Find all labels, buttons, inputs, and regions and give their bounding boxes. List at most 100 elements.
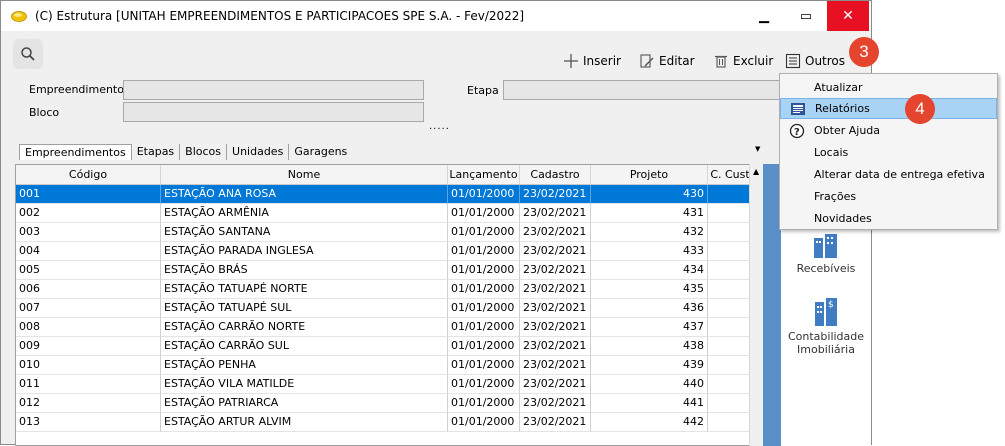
cell-cadastro: 23/02/2021: [520, 337, 591, 356]
inserir-button[interactable]: Inserir: [563, 51, 621, 71]
menu-item-obter-ajuda[interactable]: ? Obter Ajuda: [780, 120, 997, 141]
column-header-cadastro[interactable]: Cadastro: [520, 165, 591, 184]
tab-garagens[interactable]: Garagens: [289, 144, 352, 160]
tab-unidades[interactable]: Unidades: [227, 144, 290, 160]
table-row[interactable]: 004 ESTAÇÃO PARADA INGLESA 01/01/2000 23/02…: [16, 242, 762, 261]
table-scrollbar[interactable]: ▲: [749, 164, 763, 446]
cell-centro-custo: [708, 185, 753, 204]
cell-nome: ESTAÇÃO TATUAPÉ NORTE: [161, 280, 448, 299]
outros-dropdown-menu: Atualizar Relatórios ? Obter Ajuda Locai…: [779, 73, 998, 230]
cell-codigo: 008: [16, 318, 161, 337]
cell-projeto: 437: [591, 318, 708, 337]
cell-projeto: 431: [591, 204, 708, 223]
cell-cadastro: 23/02/2021: [520, 356, 591, 375]
cell-cadastro: 23/02/2021: [520, 223, 591, 242]
excluir-label: Excluir: [733, 54, 774, 68]
table-row[interactable]: 009 ESTAÇÃO CARRÃO SUL 01/01/2000 23/02/202…: [16, 337, 762, 356]
table-row[interactable]: 006 ESTAÇÃO TATUAPÉ NORTE 01/01/2000 23/02/…: [16, 280, 762, 299]
tab-empreendimentos[interactable]: Empreendimentos: [19, 144, 132, 160]
cell-nome: ESTAÇÃO ARTUR ALVIM: [161, 413, 448, 432]
contabilidade-module[interactable]: $ Contabilidade Imobiliária: [781, 294, 871, 356]
menu-item-label: Alterar data de entrega efetiva: [814, 168, 985, 181]
main-window: (C) Estrutura [UNITAH EMPREENDIMENTOS E …: [0, 0, 872, 446]
trash-icon: [715, 55, 727, 68]
editar-button[interactable]: Editar: [639, 51, 695, 71]
etapa-field[interactable]: [503, 80, 783, 100]
menu-item-alterar-data[interactable]: Alterar data de entrega efetiva: [780, 164, 997, 185]
scroll-up-icon[interactable]: ▲: [753, 167, 759, 176]
cell-lancamento: 01/01/2000: [448, 204, 520, 223]
building-icon: [814, 234, 837, 258]
cell-nome: ESTAÇÃO ANA ROSA: [161, 185, 448, 204]
menu-item-fracoes[interactable]: Frações: [780, 186, 997, 207]
cell-centro-custo: [708, 261, 753, 280]
column-header-lancamento[interactable]: Lançamento: [448, 165, 520, 184]
tab-blocos[interactable]: Blocos: [180, 144, 228, 160]
tab-etapas[interactable]: Etapas: [132, 144, 181, 160]
splitter-handle[interactable]: .....: [429, 121, 450, 132]
cell-nome: ESTAÇÃO CARRÃO SUL: [161, 337, 448, 356]
column-header-centro-custo[interactable]: C. Cust: [708, 165, 753, 184]
cell-codigo: 005: [16, 261, 161, 280]
cell-centro-custo: [708, 318, 753, 337]
table-row[interactable]: 010 ESTAÇÃO PENHA 01/01/2000 23/02/2021 439: [16, 356, 762, 375]
recebiveis-label: Recebíveis: [796, 262, 856, 275]
cell-cadastro: 23/02/2021: [520, 204, 591, 223]
menu-item-label: Locais: [814, 146, 849, 159]
empreendimento-label: Empreendimento: [29, 83, 124, 96]
cell-codigo: 011: [16, 375, 161, 394]
menu-item-label: Obter Ajuda: [814, 124, 881, 137]
maximize-button[interactable]: ▭: [785, 1, 827, 31]
contabilidade-label-1: Contabilidade: [787, 330, 865, 343]
table-row[interactable]: 003 ESTAÇÃO SANTANA 01/01/2000 23/02/2021 43…: [16, 223, 762, 242]
cell-lancamento: 01/01/2000: [448, 394, 520, 413]
cell-nome: ESTAÇÃO VILA MATILDE: [161, 375, 448, 394]
recebiveis-module[interactable]: Recebíveis: [781, 234, 871, 275]
menu-item-atualizar[interactable]: Atualizar: [780, 77, 997, 98]
column-header-projeto[interactable]: Projeto: [591, 165, 708, 184]
cell-projeto: 442: [591, 413, 708, 432]
table-row[interactable]: 013 ESTAÇÃO ARTUR ALVIM 01/01/2000 23/02/20…: [16, 413, 762, 432]
cell-codigo: 002: [16, 204, 161, 223]
column-header-nome[interactable]: Nome: [161, 165, 448, 184]
table-row[interactable]: 008 ESTAÇÃO CARRÃO NORTE 01/01/2000 23/02/2…: [16, 318, 762, 337]
cell-lancamento: 01/01/2000: [448, 356, 520, 375]
empreendimento-field[interactable]: [123, 80, 424, 100]
table-row[interactable]: 005 ESTAÇÃO BRÁS 01/01/2000 23/02/2021 434: [16, 261, 762, 280]
menu-item-locais[interactable]: Locais: [780, 142, 997, 163]
table-row[interactable]: 001 ESTAÇÃO ANA ROSA 01/01/2000 23/02/2021 4…: [16, 185, 762, 204]
table-row[interactable]: 012 ESTAÇÃO PATRIARCA 01/01/2000 23/02/2021…: [16, 394, 762, 413]
close-button[interactable]: ✕: [827, 1, 869, 31]
cell-lancamento: 01/01/2000: [448, 261, 520, 280]
editar-label: Editar: [659, 54, 695, 68]
cell-nome: ESTAÇÃO TATUAPÉ SUL: [161, 299, 448, 318]
cell-codigo: 010: [16, 356, 161, 375]
plus-icon: [564, 54, 578, 68]
tab-bar: Empreendimentos Etapas Blocos Unidades G…: [19, 143, 352, 161]
column-header-codigo[interactable]: Código: [16, 165, 161, 184]
cell-nome: ESTAÇÃO BRÁS: [161, 261, 448, 280]
search-button[interactable]: [13, 39, 43, 69]
cell-cadastro: 23/02/2021: [520, 413, 591, 432]
svg-text:$: $: [828, 300, 834, 310]
table-row[interactable]: 007 ESTAÇÃO TATUAPÉ SUL 01/01/2000 23/02/20…: [16, 299, 762, 318]
minimize-button[interactable]: ▁: [743, 1, 785, 31]
cell-cadastro: 23/02/2021: [520, 394, 591, 413]
building-dollar-icon: $: [815, 298, 837, 326]
bloco-field[interactable]: [123, 102, 424, 122]
table-row[interactable]: 011 ESTAÇÃO VILA MATILDE 01/01/2000 23/02/2…: [16, 375, 762, 394]
table-row[interactable]: 002 ESTAÇÃO ARMÊNIA 01/01/2000 23/02/2021 43…: [16, 204, 762, 223]
menu-item-relatorios[interactable]: Relatórios: [780, 98, 997, 119]
outros-button[interactable]: Outros: [785, 51, 845, 71]
cell-nome: ESTAÇÃO PATRIARCA: [161, 394, 448, 413]
cell-lancamento: 01/01/2000: [448, 299, 520, 318]
cell-centro-custo: [708, 280, 753, 299]
cell-projeto: 432: [591, 223, 708, 242]
menu-item-novidades[interactable]: Novidades: [780, 208, 997, 229]
cell-nome: ESTAÇÃO ARMÊNIA: [161, 204, 448, 223]
cell-centro-custo: [708, 413, 753, 432]
excluir-button[interactable]: Excluir: [713, 51, 773, 71]
cell-lancamento: 01/01/2000: [448, 375, 520, 394]
cell-centro-custo: [708, 394, 753, 413]
tab-dropdown-icon[interactable]: ▼: [755, 145, 760, 153]
